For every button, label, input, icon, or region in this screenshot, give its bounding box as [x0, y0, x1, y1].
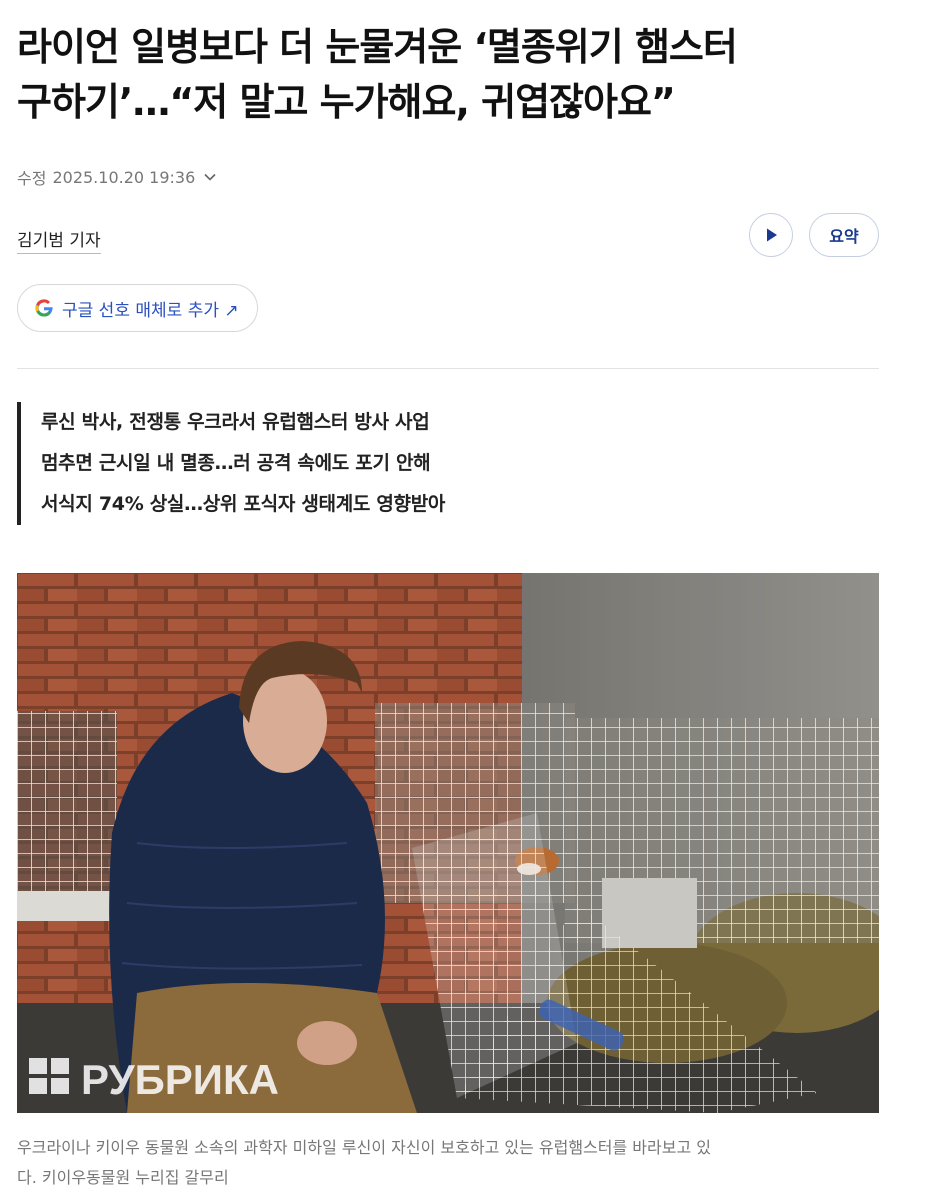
listen-button[interactable] — [749, 213, 793, 257]
summary-line: 멈추면 근시일 내 멸종…러 공격 속에도 포기 안해 — [41, 452, 431, 474]
play-icon — [767, 228, 777, 242]
chevron-down-icon[interactable] — [203, 170, 217, 184]
summary-button[interactable]: 요약 — [809, 213, 879, 257]
article-photo[interactable]: РУБРИКА — [17, 573, 879, 1113]
article-title: 라이언 일병보다 더 눈물겨운 ‘멸종위기 햄스터 구하기’…“저 말고 누가해… — [17, 0, 879, 130]
modified-info[interactable]: 수정 2025.10.20 19:36 — [17, 165, 217, 189]
photo-watermark-text: РУБРИКА — [81, 1056, 279, 1103]
modified-label: 수정 — [17, 169, 47, 188]
article-actions: 요약 — [749, 213, 879, 257]
title-line-1: 라이언 일병보다 더 눈물겨운 ‘멸종위기 햄스터 — [17, 25, 738, 69]
title-line-2: 구하기’…“저 말고 누가해요, 귀엽잖아요” — [17, 80, 676, 124]
google-g-icon — [35, 299, 53, 317]
caption-line-1: 우크라이나 키이우 동물원 소속의 과학자 미하일 루신이 자신이 보호하고 있… — [17, 1138, 711, 1157]
google-button-label: 구글 선호 매체로 추가 ↗ — [62, 300, 239, 321]
caption-line-2: 다. 키이우동물원 누리집 갈무리 — [17, 1168, 229, 1187]
article-summary: 루신 박사, 전쟁통 우크라서 유럽햄스터 방사 사업 멈추면 근시일 내 멸종… — [17, 402, 445, 525]
article-container: 라이언 일병보다 더 눈물겨운 ‘멸종위기 햄스터 구하기’…“저 말고 누가해… — [17, 0, 879, 1187]
photo-illustration: РУБРИКА — [17, 573, 879, 1113]
photo-caption: 우크라이나 키이우 동물원 소속의 과학자 미하일 루신이 자신이 보호하고 있… — [17, 1133, 879, 1193]
google-preferred-source-button[interactable]: 구글 선호 매체로 추가 ↗ — [17, 284, 258, 332]
summary-line: 루신 박사, 전쟁통 우크라서 유럽햄스터 방사 사업 — [41, 411, 430, 433]
summary-line: 서식지 74% 상실…상위 포식자 생태계도 영향받아 — [41, 493, 446, 515]
modified-datetime: 2025.10.20 19:36 — [52, 167, 196, 187]
author-link[interactable]: 김기범 기자 — [17, 226, 101, 254]
divider — [17, 368, 879, 369]
